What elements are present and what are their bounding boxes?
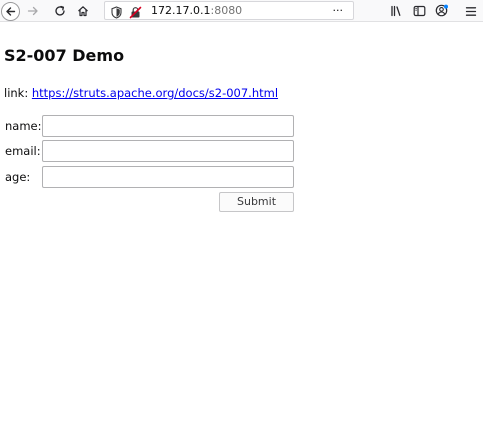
back-arrow-icon <box>1 1 20 21</box>
page-content: S2-007 Demo link: https://struts.apache.… <box>0 22 483 447</box>
forward-button[interactable] <box>24 0 42 22</box>
url-host: 172.17.0.1 <box>151 4 211 17</box>
browser-toolbar: 172.17.0.1:8080 ··· <box>0 0 483 22</box>
url-port: :8080 <box>210 4 243 17</box>
form-row-name: name: <box>0 115 300 137</box>
email-label: email: <box>5 144 41 158</box>
library-icon <box>390 2 403 21</box>
name-input[interactable] <box>42 115 294 137</box>
shield-icon[interactable] <box>111 4 122 23</box>
home-icon <box>77 2 89 21</box>
account-button[interactable] <box>433 0 451 22</box>
docs-link[interactable]: https://struts.apache.org/docs/s2-007.ht… <box>32 86 278 100</box>
url-bar[interactable]: 172.17.0.1:8080 ··· <box>104 1 354 20</box>
submit-button[interactable]: Submit <box>219 192 294 212</box>
reload-icon <box>54 2 66 21</box>
sidebar-button[interactable] <box>410 0 428 22</box>
hamburger-menu-icon <box>465 2 477 21</box>
name-label: name: <box>5 119 42 133</box>
form-row-email: email: <box>0 140 300 162</box>
reload-button[interactable] <box>51 0 69 22</box>
link-line: link: https://struts.apache.org/docs/s2-… <box>4 85 278 101</box>
back-button[interactable] <box>0 0 21 22</box>
email-input[interactable] <box>42 140 294 162</box>
link-prefix: link: <box>4 86 32 100</box>
page-actions-button[interactable]: ··· <box>333 3 344 19</box>
url-text[interactable]: 172.17.0.1:8080 <box>151 3 242 19</box>
page-title: S2-007 Demo <box>4 46 125 65</box>
age-input[interactable] <box>42 166 294 188</box>
menu-button[interactable] <box>462 0 480 22</box>
forward-arrow-icon <box>27 2 39 21</box>
insecure-lock-icon[interactable] <box>129 4 142 23</box>
account-icon <box>435 2 449 21</box>
home-button[interactable] <box>74 0 92 22</box>
library-button[interactable] <box>387 0 405 22</box>
sidebar-icon <box>413 2 426 21</box>
age-label: age: <box>5 170 31 184</box>
form-row-age: age: <box>0 166 300 188</box>
